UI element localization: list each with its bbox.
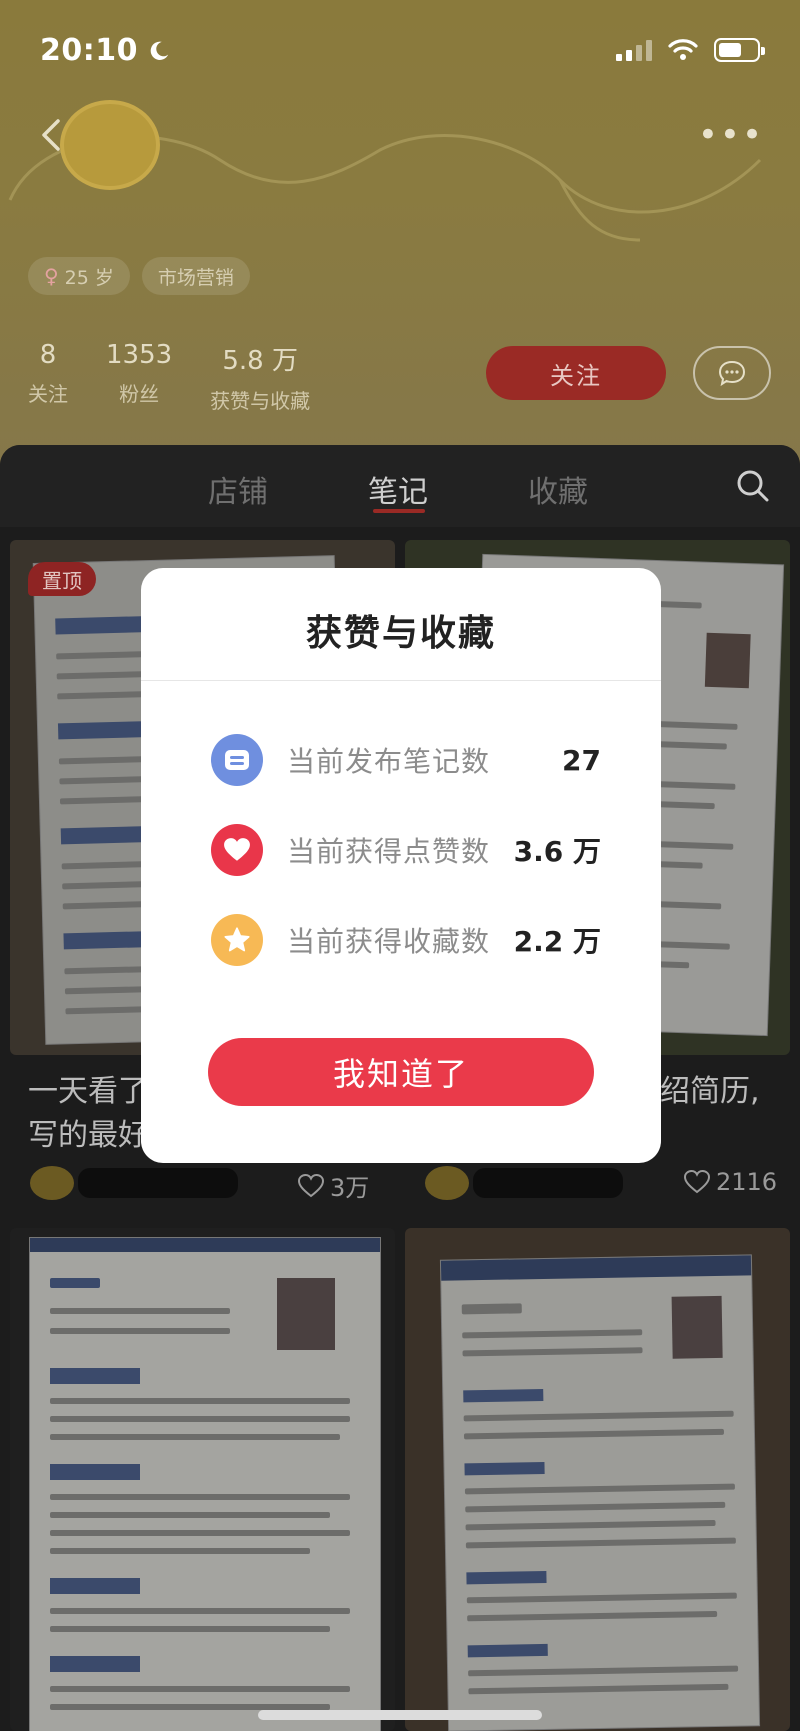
- occupation-tag: 市场营销: [141, 257, 250, 295]
- tab-notes[interactable]: 笔记: [368, 467, 428, 511]
- note-card[interactable]: [10, 1228, 395, 1731]
- message-button[interactable]: [693, 346, 771, 400]
- pinned-badge: 置顶: [28, 562, 96, 596]
- chat-bubble-icon: [718, 360, 746, 387]
- profile-header: 20:10 ••• ♀ 25 岁 市场营销 8 关注 1353 粉丝 5.8 万…: [0, 0, 800, 470]
- note-card[interactable]: [405, 1228, 790, 1731]
- moon-icon: [150, 41, 169, 60]
- nav-bar: •••: [0, 105, 800, 165]
- note-cover-image: [30, 1238, 380, 1731]
- note-title[interactable]: 绍简历,: [660, 1070, 760, 1114]
- cellular-signal-icon: [616, 39, 652, 61]
- note-icon: [211, 734, 263, 786]
- heart-outline-icon: [298, 1173, 324, 1197]
- more-icon[interactable]: •••: [698, 118, 764, 152]
- wifi-icon: [668, 39, 698, 60]
- home-indicator[interactable]: [258, 1710, 542, 1720]
- active-tab-indicator: [373, 509, 425, 513]
- likes-collections-dialog: 获赞与收藏 当前发布笔记数 27 当前获得点赞数 3.6 万 当前获得收藏数 2…: [141, 568, 661, 1163]
- like-count[interactable]: 3万: [298, 1168, 369, 1203]
- tab-collections[interactable]: 收藏: [528, 467, 588, 511]
- search-icon[interactable]: [736, 469, 770, 503]
- follow-button[interactable]: 关注: [486, 346, 666, 400]
- stat-following[interactable]: 8 关注: [28, 340, 68, 414]
- profile-stats: 8 关注 1353 粉丝 5.8 万 获赞与收藏: [28, 340, 310, 414]
- like-count[interactable]: 2116: [684, 1168, 777, 1196]
- heart-outline-icon: [684, 1170, 710, 1194]
- note-cover-image: [440, 1255, 760, 1731]
- stat-row-likes: 当前获得点赞数 3.6 万: [211, 824, 601, 876]
- redacted-author-name: [473, 1168, 623, 1198]
- star-icon: [211, 914, 263, 966]
- stat-row-collections: 当前获得收藏数 2.2 万: [211, 914, 601, 966]
- author-avatar: [425, 1166, 469, 1200]
- female-icon: ♀: [44, 264, 59, 288]
- redacted-author-name: [78, 1168, 238, 1198]
- battery-icon: [714, 38, 765, 62]
- heart-icon: [211, 824, 263, 876]
- status-time: 20:10: [40, 32, 138, 68]
- stat-likes-and-collections[interactable]: 5.8 万 获赞与收藏: [210, 340, 310, 414]
- got-it-button[interactable]: 我知道了: [208, 1038, 594, 1106]
- note-title[interactable]: 一天看了 写的最好: [28, 1070, 148, 1158]
- divider: [141, 680, 661, 681]
- profile-tabs: 店铺 笔记 收藏: [0, 445, 800, 527]
- stat-followers[interactable]: 1353 粉丝: [106, 340, 172, 414]
- note-author[interactable]: [425, 1166, 623, 1200]
- author-avatar: [30, 1166, 74, 1200]
- tab-shop[interactable]: 店铺: [208, 467, 268, 511]
- stat-row-notes: 当前发布笔记数 27: [211, 734, 601, 786]
- profile-tags: ♀ 25 岁 市场营销: [28, 257, 250, 295]
- back-icon[interactable]: [32, 115, 72, 155]
- note-author[interactable]: [30, 1166, 238, 1200]
- dialog-title: 获赞与收藏: [305, 613, 496, 654]
- status-bar: 20:10: [0, 0, 800, 100]
- age-tag: ♀ 25 岁: [28, 257, 130, 295]
